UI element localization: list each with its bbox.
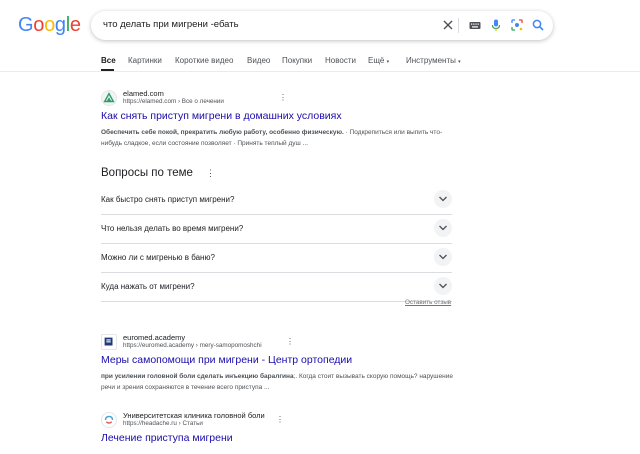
- chevron-down-icon[interactable]: [434, 219, 452, 237]
- result-title[interactable]: Лечение приступа мигрени: [101, 432, 233, 444]
- paa-question-text: Как быстро снять приступ мигрени?: [101, 195, 235, 204]
- result-snippet: Обеспечить себе покой, прекратить любую …: [101, 127, 453, 149]
- tab-news[interactable]: Новости: [325, 56, 356, 65]
- site-favicon: [101, 90, 117, 106]
- paa-question[interactable]: Что нельзя делать во время мигрени?: [101, 215, 452, 244]
- site-name[interactable]: euromed.academy: [123, 333, 185, 342]
- site-favicon: [101, 334, 117, 350]
- result-title[interactable]: Меры самопомощи при мигрени - Центр орто…: [101, 354, 352, 366]
- search-input[interactable]: что делать при мигрени -ебать: [103, 19, 239, 30]
- paa-question-text: Можно ли с мигренью в баню?: [101, 253, 215, 262]
- tab-more[interactable]: Ещё ▾: [368, 56, 389, 65]
- more-options-icon[interactable]: ⋮: [279, 94, 287, 102]
- microphone-icon[interactable]: [489, 18, 503, 32]
- header-divider: [0, 71, 640, 72]
- site-url[interactable]: https://elamed.com › Все о лечении: [123, 98, 224, 105]
- site-favicon: [101, 412, 117, 428]
- more-options-icon[interactable]: ⋮: [276, 416, 284, 424]
- result-title[interactable]: Как снять приступ мигрени в домашних усл…: [101, 110, 342, 122]
- tab-images[interactable]: Картинки: [128, 56, 162, 65]
- feedback-link[interactable]: Оставить отзыв: [405, 299, 451, 306]
- paa-title: Вопросы по теме: [101, 167, 193, 179]
- result-snippet: при усилении головной боли сделать инъек…: [101, 371, 453, 393]
- caret-down-icon: ▾: [386, 59, 390, 65]
- search-divider: [458, 18, 459, 33]
- search-result: euromed.academy https://euromed.academy …: [101, 333, 461, 398]
- paa-question-text: Что нельзя делать во время мигрени?: [101, 224, 244, 233]
- keyboard-icon[interactable]: [468, 18, 482, 32]
- search-result: Университетская клиника головной боли ht…: [101, 411, 461, 454]
- snippet-highlight: при усилении головной боли сделать инъек…: [101, 373, 294, 380]
- tab-videos[interactable]: Видео: [247, 56, 270, 65]
- tab-shopping[interactable]: Покупки: [282, 56, 312, 65]
- chevron-down-icon[interactable]: [434, 277, 452, 295]
- paa-question-text: Куда нажать от мигрени?: [101, 282, 195, 291]
- tab-tools-label: Инструменты: [406, 56, 456, 65]
- tab-more-label: Ещё: [368, 56, 385, 65]
- site-name[interactable]: elamed.com: [123, 89, 164, 98]
- search-box[interactable]: что делать при мигрени -ебать: [91, 11, 553, 40]
- chevron-down-icon[interactable]: [434, 190, 452, 208]
- chevron-down-icon[interactable]: [434, 248, 452, 266]
- tab-short-videos[interactable]: Короткие видео: [175, 56, 233, 65]
- paa-question[interactable]: Куда нажать от мигрени?: [101, 273, 452, 302]
- site-url[interactable]: https://euromed.academy › mery-samopomos…: [123, 342, 262, 349]
- clear-icon[interactable]: [441, 18, 455, 32]
- site-name[interactable]: Университетская клиника головной боли: [123, 411, 265, 420]
- more-options-icon[interactable]: ⋮: [206, 168, 215, 179]
- tab-all[interactable]: Все: [101, 56, 116, 65]
- paa-question[interactable]: Как быстро снять приступ мигрени?: [101, 186, 452, 215]
- more-options-icon[interactable]: ⋮: [286, 338, 294, 346]
- search-icon[interactable]: [531, 18, 545, 32]
- search-result: elamed.com https://elamed.com › Все о ле…: [101, 89, 461, 159]
- tab-tools[interactable]: Инструменты ▾: [406, 56, 461, 65]
- paa-question[interactable]: Можно ли с мигренью в баню?: [101, 244, 452, 273]
- lens-icon[interactable]: [510, 18, 524, 32]
- snippet-highlight: Обеспечить себе покой, прекратить любую …: [101, 129, 344, 136]
- site-url[interactable]: https://headache.ru › Статьи: [123, 420, 203, 427]
- google-logo[interactable]: Google: [18, 14, 81, 37]
- caret-down-icon: ▾: [458, 59, 461, 65]
